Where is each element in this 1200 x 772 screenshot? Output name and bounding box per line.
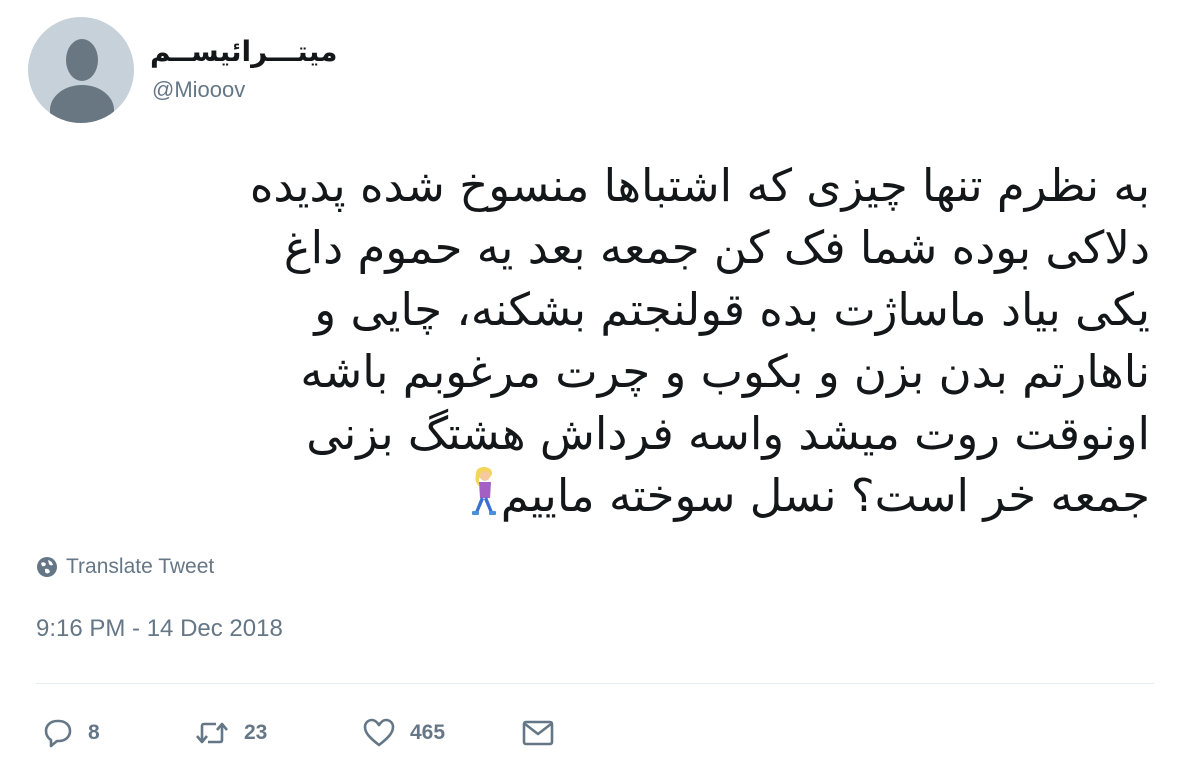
heart-icon xyxy=(362,717,396,749)
tweet-line: اونوقت روت میشد واسه فرداش هشتگ بزنی xyxy=(306,407,1150,460)
globe-icon xyxy=(36,556,58,578)
tweet-line: دلاکی بوده شما فک کن جمعه بعد یه حموم دا… xyxy=(283,221,1150,274)
reply-icon xyxy=(42,717,74,749)
woman-walking-emoji-icon xyxy=(467,466,501,532)
default-avatar-icon xyxy=(66,39,98,81)
like-count: 465 xyxy=(410,721,446,744)
display-name[interactable]: میتـــرائیســم xyxy=(150,34,337,70)
like-button[interactable]: 465 xyxy=(362,708,445,758)
tweet-line: جمعه خر است؟ نسل سوخته ماییم xyxy=(500,469,1150,522)
envelope-icon xyxy=(522,719,554,747)
retweet-button[interactable]: 23 xyxy=(194,708,267,758)
tweet-actions: 8 23 465 xyxy=(36,708,636,758)
retweet-count: 23 xyxy=(244,721,268,744)
tweet-line: ناهارتم بدن بزن و بکوب و چرت مرغوبم باشه xyxy=(300,345,1150,398)
tweet-line: به نظرم تنها چیزی که اشتباها منسوخ شده پ… xyxy=(249,159,1150,212)
tweet-text: به نظرم تنها چیزی که اشتباها منسوخ شده پ… xyxy=(50,155,1150,532)
avatar[interactable] xyxy=(28,17,134,123)
retweet-icon xyxy=(194,717,230,749)
user-handle[interactable]: @Miooov xyxy=(152,75,245,105)
tweet-card: میتـــرائیســم @Miooov به نظرم تنها چیزی… xyxy=(0,0,1200,772)
direct-message-button[interactable] xyxy=(522,708,554,758)
translate-label: Translate Tweet xyxy=(66,555,215,578)
tweet-last-line: جمعه خر است؟ نسل سوخته ماییم xyxy=(50,465,1150,532)
tweet-timestamp[interactable]: 9:16 PM - 14 Dec 2018 xyxy=(36,615,283,643)
translate-tweet-link[interactable]: Translate Tweet xyxy=(36,555,214,579)
default-avatar-body xyxy=(50,85,114,123)
reply-count: 8 xyxy=(88,721,100,744)
tweet-line: یکی بیاد ماساژت بده قولنجتم بشکنه، چایی … xyxy=(314,283,1150,336)
divider xyxy=(36,683,1154,684)
reply-button[interactable]: 8 xyxy=(42,708,100,758)
